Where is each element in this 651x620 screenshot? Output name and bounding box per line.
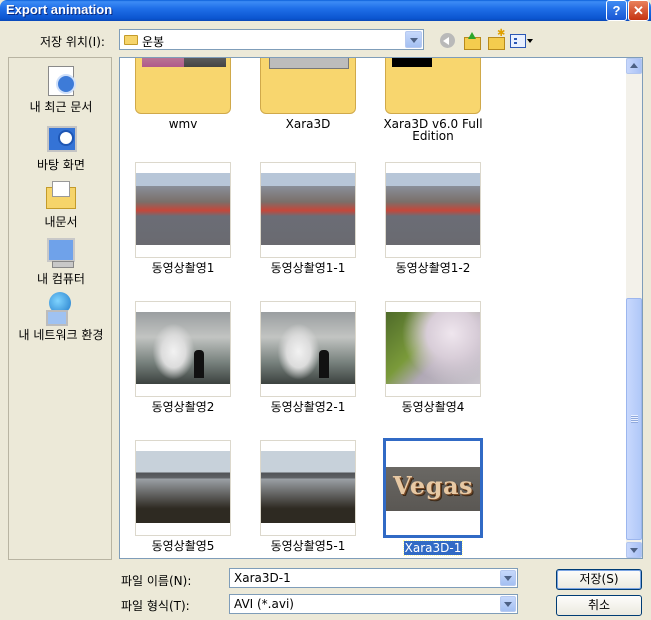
file-label: Xara3D v6.0 Full Edition xyxy=(383,117,483,143)
file-type-select[interactable]: AVI (*.avi) xyxy=(229,594,518,614)
file-label: 동영상촬영4 xyxy=(401,400,465,414)
video-thumbnail xyxy=(135,440,231,536)
place-label: 내문서 xyxy=(44,215,78,229)
file-label: 동영상촬영5 xyxy=(151,539,215,553)
file-label: Xara3D-1 xyxy=(378,540,488,556)
file-item-video[interactable]: 동영상촬영2 xyxy=(128,301,238,413)
place-my-computer[interactable]: 내 컴퓨터 xyxy=(9,236,113,287)
video-thumbnail: Vegas xyxy=(383,438,483,538)
my-documents-icon xyxy=(44,179,78,211)
file-label: Xara3D xyxy=(285,117,331,131)
title-bar: Export animation ? ✕ xyxy=(0,0,651,21)
video-thumbnail xyxy=(385,162,481,258)
folder-icon xyxy=(124,35,138,45)
video-thumbnail xyxy=(260,301,356,397)
thumbnail-image xyxy=(386,312,480,384)
file-label: 동영상촬영2-1 xyxy=(270,400,346,414)
chevron-down-icon[interactable] xyxy=(405,31,422,48)
file-item-folder[interactable]: Xara3D xyxy=(253,58,363,131)
vertical-scrollbar[interactable] xyxy=(626,58,642,558)
file-label: 동영상촬영1 xyxy=(151,261,215,275)
folder-preview xyxy=(392,58,432,67)
folder-thumbnail xyxy=(385,58,481,114)
file-label: 동영상촬영1-1 xyxy=(270,261,346,275)
scroll-up-button[interactable] xyxy=(626,58,642,74)
thumbnail-image xyxy=(261,451,355,523)
file-item-video-selected[interactable]: Vegas Xara3D-1 xyxy=(378,438,488,556)
save-in-dropdown[interactable]: 운봉 xyxy=(119,29,424,50)
my-computer-icon xyxy=(44,236,78,268)
file-label: wmv xyxy=(168,117,198,131)
place-my-network[interactable]: 내 네트워크 환경 xyxy=(9,292,113,343)
file-type-label: 파일 형식(T): xyxy=(121,599,190,613)
file-item-folder[interactable]: wmv xyxy=(128,58,238,131)
thumbnail-image xyxy=(386,173,480,245)
window-title: Export animation xyxy=(6,2,113,17)
my-network-icon xyxy=(44,292,78,326)
file-item-video[interactable]: 동영상촬영5-1 xyxy=(253,440,363,552)
place-recent-documents[interactable]: 내 최근 문서 xyxy=(9,64,113,115)
file-label: 동영상촬영1-2 xyxy=(395,261,471,275)
view-menu-icon[interactable] xyxy=(508,31,534,51)
recent-documents-icon xyxy=(44,64,78,96)
thumbnail-image xyxy=(136,312,230,384)
new-folder-icon[interactable] xyxy=(486,28,506,51)
place-my-documents[interactable]: 내문서 xyxy=(9,179,113,230)
file-type-value: AVI (*.avi) xyxy=(234,597,294,611)
video-thumbnail xyxy=(260,440,356,536)
save-in-value: 운봉 xyxy=(142,35,165,49)
file-item-video[interactable]: 동영상촬영5 xyxy=(128,440,238,552)
help-button[interactable]: ? xyxy=(606,0,627,21)
folder-thumbnail xyxy=(135,58,231,114)
folder-preview xyxy=(142,58,184,67)
thumbnail-image xyxy=(136,173,230,245)
place-label: 내 컴퓨터 xyxy=(37,272,85,286)
file-name-value: Xara3D-1 xyxy=(234,571,291,585)
file-label: 동영상촬영5-1 xyxy=(270,539,346,553)
file-label-text: Xara3D-1 xyxy=(402,540,464,556)
back-icon[interactable] xyxy=(438,31,458,51)
thumbnail-text: Vegas xyxy=(392,471,474,500)
places-bar: 내 최근 문서 바탕 화면 내문서 내 컴퓨터 내 네트워크 환경 xyxy=(8,57,112,560)
file-label: 동영상촬영2 xyxy=(151,400,215,414)
thumbnail-image xyxy=(261,312,355,384)
desktop-icon xyxy=(44,122,78,154)
video-thumbnail xyxy=(260,162,356,258)
place-label: 내 최근 문서 xyxy=(29,100,93,114)
thumbnail-image xyxy=(136,451,230,523)
file-item-video[interactable]: 동영상촬영4 xyxy=(378,301,488,413)
folder-thumbnail xyxy=(260,58,356,114)
thumbnail-image: Vegas xyxy=(386,467,480,511)
folder-preview xyxy=(184,58,226,67)
close-button[interactable]: ✕ xyxy=(628,0,649,21)
place-desktop[interactable]: 바탕 화면 xyxy=(9,122,113,173)
chevron-down-icon[interactable] xyxy=(500,596,516,612)
video-thumbnail xyxy=(135,162,231,258)
chevron-down-icon[interactable] xyxy=(500,570,516,586)
save-button[interactable]: 저장(S) xyxy=(556,569,642,590)
file-name-label: 파일 이름(N): xyxy=(121,574,192,588)
up-folder-icon[interactable] xyxy=(462,31,482,51)
place-label: 바탕 화면 xyxy=(37,158,85,172)
file-item-video[interactable]: 동영상촬영2-1 xyxy=(253,301,363,413)
thumbnail-image xyxy=(261,173,355,245)
scrollbar-thumb[interactable] xyxy=(626,298,642,540)
video-thumbnail xyxy=(135,301,231,397)
folder-preview xyxy=(269,58,349,69)
cancel-button[interactable]: 취소 xyxy=(556,595,642,616)
save-in-label: 저장 위치(I): xyxy=(40,35,105,49)
file-item-video[interactable]: 동영상촬영1 xyxy=(128,162,238,274)
file-item-video[interactable]: 동영상촬영1-2 xyxy=(378,162,488,274)
video-thumbnail xyxy=(385,301,481,397)
file-item-video[interactable]: 동영상촬영1-1 xyxy=(253,162,363,274)
file-name-input[interactable]: Xara3D-1 xyxy=(229,568,518,588)
file-item-folder[interactable]: Xara3D v6.0 Full Edition xyxy=(378,58,488,143)
scroll-down-button[interactable] xyxy=(626,542,642,558)
file-list-view[interactable]: wmv Xara3D Xara3D v6.0 Full Edition 동영상촬… xyxy=(119,57,643,559)
place-label: 내 네트워크 환경 xyxy=(18,328,104,342)
